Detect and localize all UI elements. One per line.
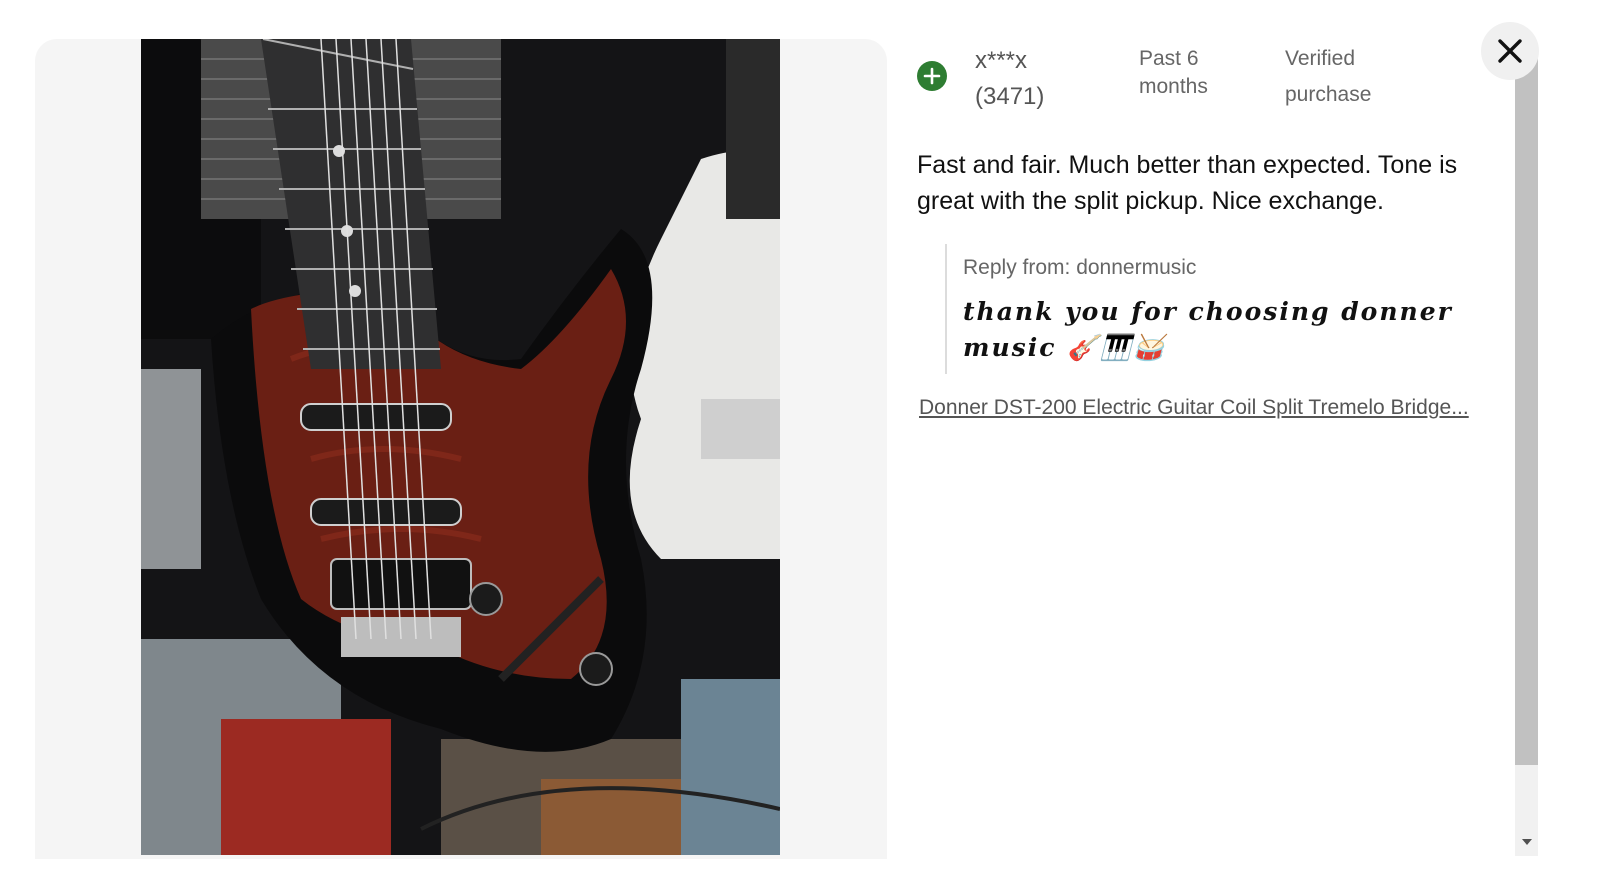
reviewer-info: x***x (3471) bbox=[975, 43, 1085, 115]
verified-purchase-label: Verified purchase bbox=[1285, 47, 1372, 106]
review-image-panel bbox=[35, 39, 887, 859]
guitar-photo-illustration bbox=[141, 39, 780, 855]
seller-reply: Reply from: donnermusic thank you for ch… bbox=[945, 244, 1465, 374]
scrollbar-thumb[interactable] bbox=[1515, 56, 1538, 765]
reviewer-feedback-count: (3471) bbox=[975, 83, 1045, 110]
review-header: x***x (3471) Past 6 months Verified purc… bbox=[917, 39, 1497, 119]
close-button[interactable] bbox=[1481, 22, 1539, 80]
close-icon bbox=[1498, 39, 1522, 63]
reply-message: thank you for choosing donner music 🎸🎹🥁 bbox=[963, 297, 1453, 362]
review-panel: x***x (3471) Past 6 months Verified purc… bbox=[917, 39, 1497, 859]
review-timeframe: Past 6 months bbox=[1139, 47, 1208, 98]
product-link[interactable]: Donner DST-200 Electric Guitar Coil Spli… bbox=[919, 393, 1479, 423]
review-text: Fast and fair. Much better than expected… bbox=[917, 151, 1458, 215]
reply-label: Reply from: donnermusic bbox=[963, 256, 1197, 279]
reviewer-name: x***x bbox=[975, 47, 1028, 74]
plus-circle-icon[interactable] bbox=[917, 61, 947, 91]
scrollbar[interactable] bbox=[1515, 56, 1538, 856]
review-photo[interactable] bbox=[141, 39, 780, 855]
chevron-down-icon[interactable] bbox=[1515, 836, 1538, 848]
